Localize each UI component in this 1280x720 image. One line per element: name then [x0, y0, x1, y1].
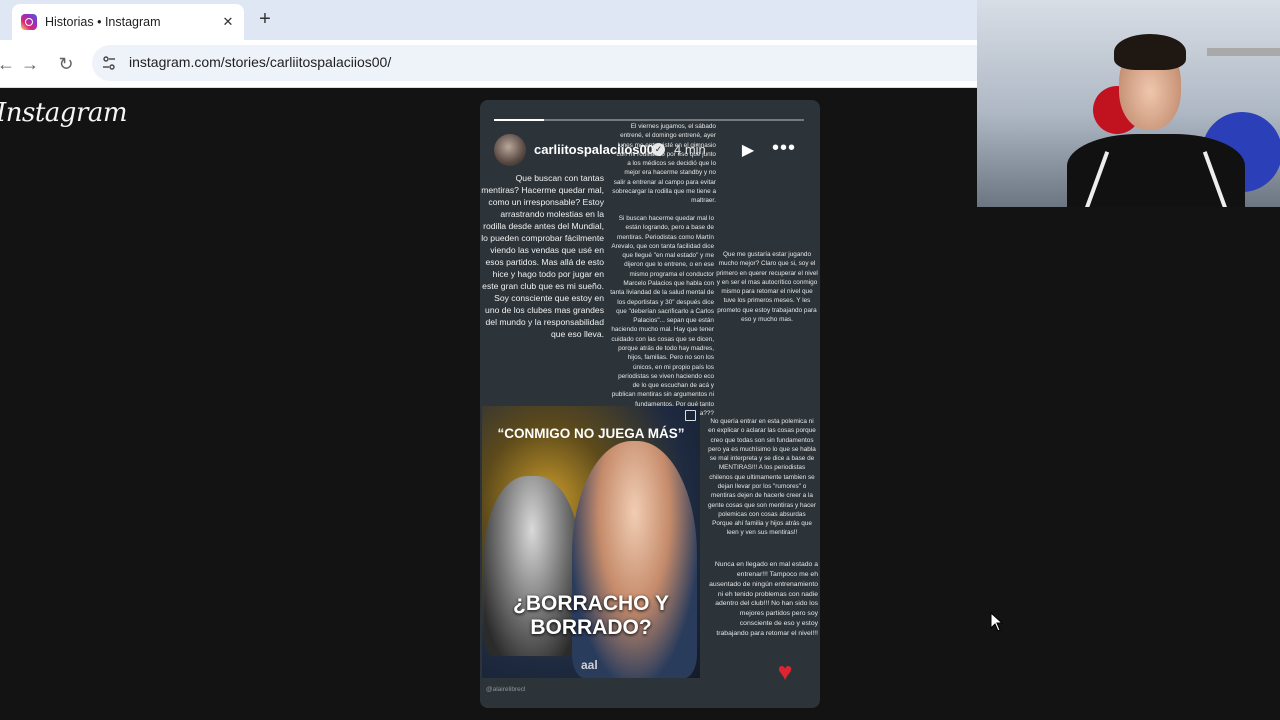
- coach-photo: [572, 441, 697, 678]
- webcam-overlay: [977, 0, 1280, 207]
- avatar[interactable]: [494, 134, 526, 166]
- article-quote: “CONMIGO NO JUEGA MÁS”: [497, 426, 685, 441]
- story-progress-fill: [494, 119, 544, 121]
- story-text-right-lower: No quería entrar en esta polemica ni en …: [708, 418, 816, 537]
- story-text-right: Que me gustaría estar jugando mucho mejo…: [716, 251, 818, 323]
- heart-icon[interactable]: ♥: [771, 658, 799, 686]
- story-text-right-bottom: Nunca en llegado en mal estado a entrena…: [709, 561, 818, 637]
- back-button[interactable]: ←: [0, 52, 18, 76]
- story-progress-bar: [494, 119, 804, 121]
- watermark: @alairelibrecl: [486, 686, 526, 693]
- story-text-left: Que buscan con tantas mentiras? Hacerme …: [481, 173, 604, 340]
- article-headline-line2: BORRADO?: [530, 616, 652, 640]
- tab-title: Historias • Instagram: [45, 15, 161, 29]
- address-bar[interactable]: instagram.com/stories/carliitospalaciios…: [92, 45, 980, 81]
- shelf: [1207, 48, 1280, 56]
- story-viewer: carliitospalaciios00 ✓ 4 min ▶ ••• El vi…: [480, 100, 820, 708]
- person-hair: [1114, 34, 1186, 70]
- play-icon[interactable]: ▶: [738, 140, 758, 160]
- article-headline: ¿BORRACHO Y BORRADO?: [482, 592, 700, 640]
- browser-tab-bar: Historias • Instagram ✕ +: [0, 0, 980, 40]
- close-tab-icon[interactable]: ✕: [218, 12, 238, 32]
- news-article-image: “CONMIGO NO JUEGA MÁS” ¿BORRACHO Y BORRA…: [482, 406, 700, 678]
- new-tab-button[interactable]: +: [254, 8, 276, 30]
- more-options-icon[interactable]: •••: [772, 137, 796, 159]
- copy-icon: [685, 410, 696, 421]
- instagram-favicon-icon: [21, 14, 37, 30]
- article-headline-line1: ¿BORRACHO Y: [513, 592, 669, 615]
- instagram-logo[interactable]: Instagram: [0, 98, 128, 128]
- site-info-icon[interactable]: [100, 54, 118, 72]
- mouse-cursor-icon: [990, 612, 1004, 632]
- forward-button[interactable]: →: [18, 52, 42, 76]
- tab-historias-instagram[interactable]: Historias • Instagram ✕: [12, 4, 244, 40]
- browser-toolbar: ← → ↻ instagram.com/stories/carliitospal…: [0, 40, 980, 88]
- reload-button[interactable]: ↻: [54, 52, 78, 76]
- url-text[interactable]: instagram.com/stories/carliitospalaciios…: [129, 54, 391, 70]
- story-text-middle: Si buscan hacerme quedar mal lo están lo…: [610, 215, 714, 417]
- story-text-top-middle: El viernes jugamos, el sábado entrené, e…: [612, 123, 716, 205]
- article-source-logo: aal: [581, 658, 598, 672]
